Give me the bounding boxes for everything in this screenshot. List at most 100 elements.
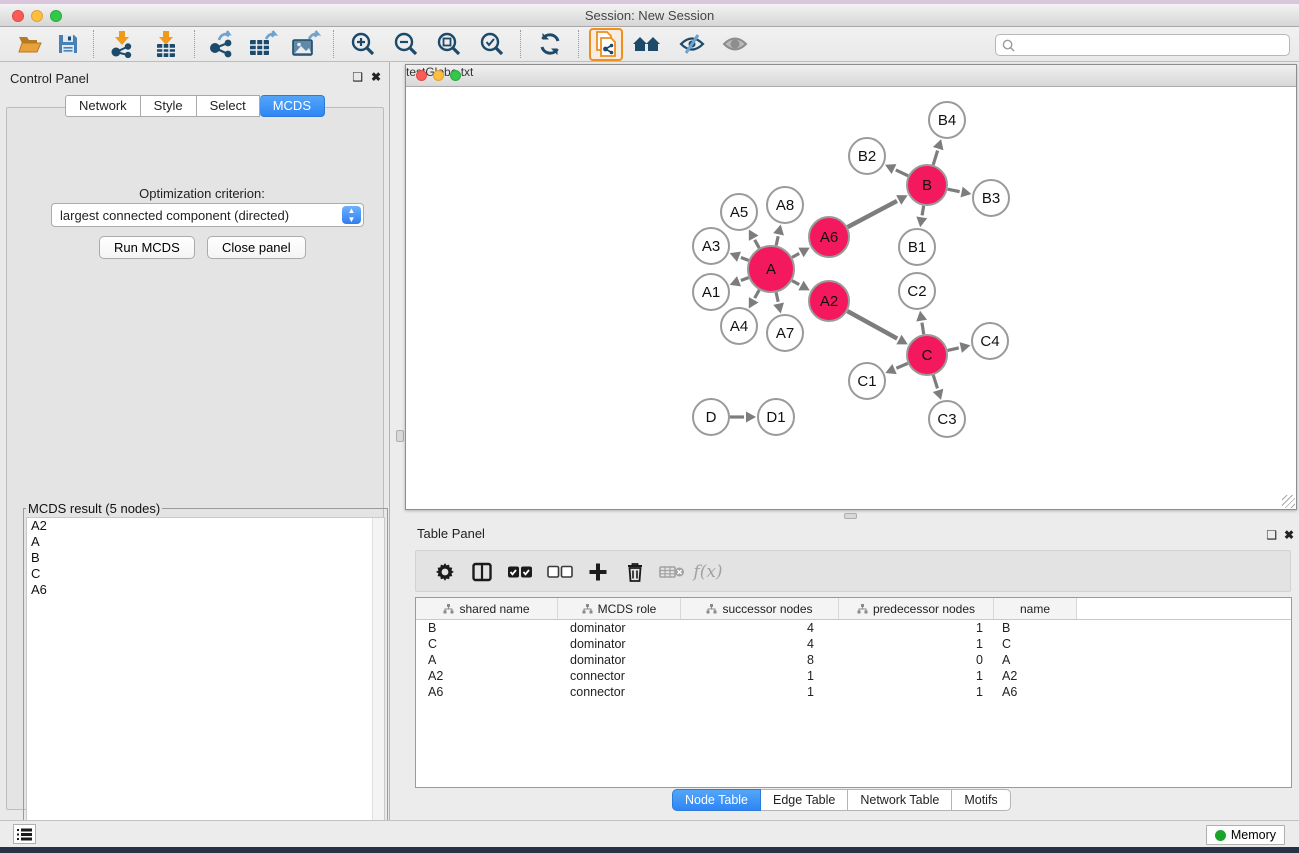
column-header-successor-nodes[interactable]: successor nodes <box>681 598 839 619</box>
tab-style[interactable]: Style <box>141 95 197 117</box>
node-A4[interactable]: A4 <box>721 308 757 344</box>
edge-A6-B[interactable] <box>848 201 897 227</box>
edge-C-C2[interactable] <box>922 323 924 335</box>
table-cell[interactable]: dominator <box>558 652 681 668</box>
edge-B-B2[interactable] <box>896 170 908 176</box>
tab-network-table[interactable]: Network Table <box>848 789 952 811</box>
edge-A-A3[interactable] <box>741 257 749 260</box>
table-cell[interactable]: B <box>994 620 1077 636</box>
column-header-shared-name[interactable]: shared name <box>416 598 558 619</box>
table-cell[interactable]: B <box>416 620 558 636</box>
edge-C-C1[interactable] <box>896 363 907 368</box>
close-panel-icon[interactable]: ✖ <box>371 70 381 84</box>
node-D1[interactable]: D1 <box>758 399 794 435</box>
edge-A-A7[interactable] <box>776 292 778 301</box>
edge-A-A4[interactable] <box>755 290 760 298</box>
edge-C-C3[interactable] <box>933 375 937 388</box>
table-cell[interactable]: 0 <box>839 652 994 668</box>
close-table-panel-icon[interactable]: ✖ <box>1284 528 1294 542</box>
node-B2[interactable]: B2 <box>849 138 885 174</box>
node-C4[interactable]: C4 <box>972 323 1008 359</box>
clone-network-button[interactable] <box>590 29 622 59</box>
edge-A-A6[interactable] <box>792 253 799 257</box>
export-image-button[interactable] <box>290 29 322 59</box>
node-A3[interactable]: A3 <box>693 228 729 264</box>
node-C1[interactable]: C1 <box>849 363 885 399</box>
network-window-titlebar[interactable]: testGlobe.txt <box>406 65 1296 87</box>
gear-icon[interactable] <box>429 557 461 587</box>
table-cell[interactable]: A6 <box>416 684 558 700</box>
edge-A-A8[interactable] <box>776 236 778 245</box>
refresh-layout-button[interactable] <box>534 29 566 59</box>
task-history-button[interactable] <box>13 824 36 844</box>
mcds-result-item[interactable]: C <box>27 566 384 582</box>
zoom-fit-button[interactable] <box>433 29 465 59</box>
export-network-button[interactable] <box>205 29 237 59</box>
zoom-network-button[interactable] <box>450 70 461 81</box>
tab-node-table[interactable]: Node Table <box>672 789 761 811</box>
column-header-MCDS-role[interactable]: MCDS role <box>558 598 681 619</box>
vertical-splitter-handle[interactable] <box>396 430 404 442</box>
close-network-button[interactable] <box>416 70 427 81</box>
show-columns-icon[interactable] <box>466 557 498 587</box>
table-cell[interactable]: connector <box>558 684 681 700</box>
node-B1[interactable]: B1 <box>899 229 935 265</box>
table-cell[interactable]: A2 <box>994 668 1077 684</box>
edge-B-B3[interactable] <box>948 189 960 191</box>
mcds-result-item[interactable]: B <box>27 550 384 566</box>
node-B4[interactable]: B4 <box>929 102 965 138</box>
node-C3[interactable]: C3 <box>929 401 965 437</box>
table-cell[interactable]: 4 <box>681 636 839 652</box>
table-row[interactable]: Cdominator41C <box>416 636 1291 652</box>
node-A7[interactable]: A7 <box>767 315 803 351</box>
table-cell[interactable]: 8 <box>681 652 839 668</box>
network-canvas[interactable]: B4B2BB3A5A8A6A3B1AC2A1A2A4A7C4CC1DD1C3 <box>406 87 1296 509</box>
mcds-result-list[interactable]: A2ABCA6 <box>26 517 385 853</box>
table-cell[interactable]: 1 <box>681 684 839 700</box>
zoom-out-button[interactable] <box>390 29 422 59</box>
delete-table-icon[interactable] <box>656 557 688 587</box>
edge-A-A2[interactable] <box>792 281 799 285</box>
mcds-result-item[interactable]: A <box>27 534 384 550</box>
table-cell[interactable]: 1 <box>839 684 994 700</box>
table-cell[interactable]: A <box>416 652 558 668</box>
node-D[interactable]: D <box>693 399 729 435</box>
node-A5[interactable]: A5 <box>721 194 757 230</box>
table-cell[interactable]: 4 <box>681 620 839 636</box>
save-session-button[interactable] <box>52 29 84 59</box>
table-row[interactable]: A6connector11A6 <box>416 684 1291 700</box>
mcds-result-item[interactable]: A6 <box>27 582 384 598</box>
edge-B-B1[interactable] <box>922 206 924 216</box>
node-B[interactable]: B <box>907 165 947 205</box>
tab-network[interactable]: Network <box>65 95 141 117</box>
mcds-result-item[interactable]: A2 <box>27 518 384 534</box>
table-cell[interactable]: dominator <box>558 636 681 652</box>
table-cell[interactable]: 1 <box>839 620 994 636</box>
open-file-button[interactable] <box>14 29 46 59</box>
table-cell[interactable]: A6 <box>994 684 1077 700</box>
node-A2[interactable]: A2 <box>809 281 849 321</box>
run-mcds-button[interactable]: Run MCDS <box>99 236 195 259</box>
node-C[interactable]: C <box>907 335 947 375</box>
function-builder-icon[interactable]: f(x) <box>692 557 724 587</box>
add-column-icon[interactable] <box>582 557 614 587</box>
network-graph[interactable]: B4B2BB3A5A8A6A3B1AC2A1A2A4A7C4CC1DD1C3 <box>406 87 1296 509</box>
hide-graphics-button[interactable] <box>676 29 708 59</box>
table-cell[interactable]: 1 <box>839 668 994 684</box>
horizontal-splitter-handle[interactable] <box>844 513 857 519</box>
tab-motifs[interactable]: Motifs <box>952 789 1010 811</box>
show-graphics-button[interactable] <box>719 29 751 59</box>
minimize-network-button[interactable] <box>433 70 444 81</box>
node-A[interactable]: A <box>748 246 794 292</box>
node-B3[interactable]: B3 <box>973 180 1009 216</box>
resize-grip[interactable] <box>1282 495 1295 508</box>
table-row[interactable]: Bdominator41B <box>416 620 1291 636</box>
close-panel-button[interactable]: Close panel <box>207 236 306 259</box>
table-cell[interactable]: dominator <box>558 620 681 636</box>
criterion-dropdown[interactable]: largest connected component (directed) ▲… <box>51 203 364 227</box>
table-cell[interactable]: C <box>416 636 558 652</box>
table-cell[interactable]: 1 <box>839 636 994 652</box>
edge-C-C4[interactable] <box>947 348 958 351</box>
edge-B-B4[interactable] <box>933 151 937 165</box>
float-table-panel-icon[interactable]: ❑ <box>1266 528 1277 542</box>
